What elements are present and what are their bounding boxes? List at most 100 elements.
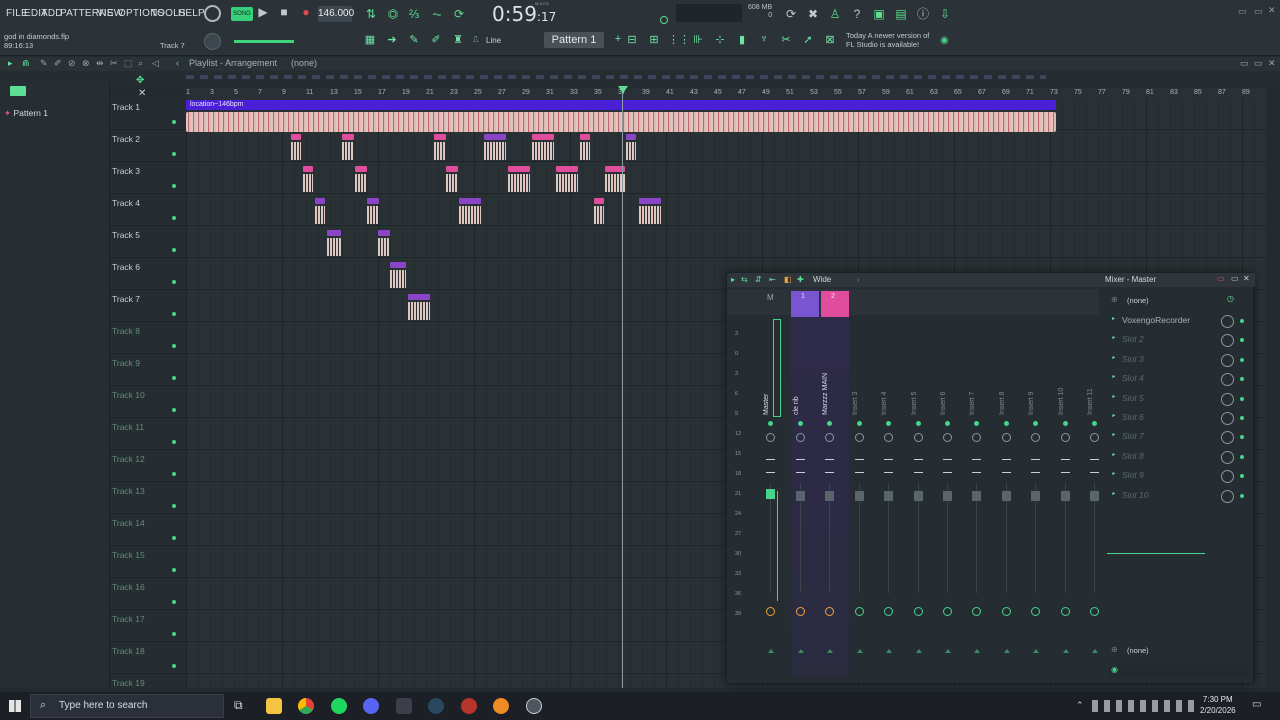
strip-send-knob[interactable] — [972, 607, 982, 616]
paint-tool-icon[interactable]: ✐ — [54, 58, 62, 69]
slot-mix-knob[interactable] — [1221, 470, 1234, 484]
audio-clip[interactable] — [639, 206, 661, 224]
delete-tool-icon[interactable]: ⊘ — [68, 58, 76, 69]
track-mute-led[interactable] — [172, 120, 176, 124]
strip-route-arrow-icon[interactable] — [768, 649, 774, 653]
clip-header[interactable] — [291, 134, 301, 140]
track-mute-led[interactable] — [172, 408, 176, 412]
effect-slot[interactable]: ▸ Slot 6 — [1112, 410, 1248, 428]
help-icon[interactable]: ? — [848, 6, 866, 22]
piano-roll-icon[interactable]: ➜ — [384, 33, 400, 47]
track-header[interactable]: Track 16 — [110, 578, 186, 610]
strip-send-knob[interactable] — [1060, 607, 1070, 616]
strip-send-knob[interactable] — [854, 607, 864, 616]
audio-clip[interactable] — [355, 174, 367, 192]
audio-clip[interactable] — [303, 174, 313, 192]
draw-tool-icon[interactable]: ✎ — [40, 58, 48, 69]
strip-route-arrow-icon[interactable] — [915, 649, 922, 653]
fl-studio-icon[interactable] — [493, 698, 509, 714]
strip-route-arrow-icon[interactable] — [827, 649, 834, 653]
slot-enable-led[interactable] — [1240, 454, 1244, 459]
audio-clip[interactable] — [434, 142, 446, 160]
track-mute-led[interactable] — [172, 664, 176, 668]
slot-enable-led[interactable] — [1240, 319, 1244, 323]
system-tray-icons[interactable] — [1092, 700, 1196, 712]
track-header[interactable]: Track 5 — [110, 226, 186, 258]
stems-icon[interactable]: ➚ — [800, 33, 816, 47]
track-mute-led[interactable] — [172, 152, 176, 156]
slot-enable-led[interactable] — [1240, 493, 1244, 498]
plugin-picker-icon[interactable]: ▮ — [734, 33, 750, 47]
location-marker[interactable]: location~146bpm — [186, 100, 1056, 110]
clip-header[interactable] — [626, 134, 636, 140]
maximize-icon[interactable]: ▭ — [1254, 6, 1263, 17]
browser-icon[interactable]: ⊟ — [624, 33, 640, 47]
clip-header[interactable] — [355, 166, 367, 172]
strip-send-knob[interactable] — [1001, 607, 1011, 616]
stamp-icon[interactable]: ♜ — [450, 33, 466, 47]
effect-slot[interactable]: ▸ Slot 2 — [1112, 332, 1248, 350]
playlist-arrow-icon[interactable]: ‹ — [176, 58, 179, 68]
slot-mix-knob[interactable] — [1221, 392, 1234, 406]
master-volume-slider[interactable] — [234, 40, 294, 43]
obs-icon[interactable] — [526, 698, 542, 714]
clip-header[interactable] — [327, 230, 341, 236]
clip-header[interactable] — [315, 198, 325, 204]
audio-clip[interactable] — [556, 174, 578, 192]
strip-send-knob[interactable] — [884, 607, 894, 616]
strip-route-arrow-icon[interactable] — [1033, 649, 1040, 653]
track-header[interactable]: Track 17 — [110, 610, 186, 642]
scroll-arrows-icon[interactable]: ✥ — [136, 75, 144, 86]
clip-header[interactable] — [446, 166, 458, 172]
playlist-maximize-icon[interactable]: ▭ — [1254, 58, 1263, 69]
info-icon[interactable]: ⓘ — [914, 6, 932, 22]
discord-icon[interactable] — [363, 698, 379, 714]
playback-tool-icon[interactable]: ◁ — [152, 58, 159, 69]
strip-route-arrow-icon[interactable] — [1092, 649, 1098, 653]
audio-clip[interactable] — [446, 174, 458, 192]
track-header[interactable]: Track 9 — [110, 354, 186, 386]
taskbar-clock[interactable]: 7:30 PM 2/20/2026 — [1200, 694, 1236, 716]
playhead-marker-icon[interactable] — [618, 86, 628, 93]
track-header[interactable]: Track 6 — [110, 258, 186, 290]
playlist-menu-icon[interactable]: ▸ — [8, 58, 13, 69]
audio-clip[interactable] — [594, 206, 604, 224]
audio-clip[interactable] — [367, 206, 379, 224]
track-header[interactable]: Track 18 — [110, 642, 186, 674]
clip-header[interactable] — [378, 230, 390, 236]
clip-header[interactable] — [390, 262, 406, 268]
track-mute-led[interactable] — [172, 312, 176, 316]
slice-tool-icon[interactable]: ✂ — [110, 58, 118, 69]
clip-header[interactable] — [408, 294, 430, 300]
track-header[interactable]: Track 14 — [110, 514, 186, 546]
clip-header[interactable] — [367, 198, 379, 204]
calculator-icon[interactable] — [396, 698, 412, 714]
export-icon[interactable]: ⇩ — [936, 6, 954, 22]
effect-slot[interactable]: ▸ Slot 3 — [1112, 352, 1248, 370]
stop-button[interactable]: ■ — [275, 4, 293, 20]
slot-mix-knob[interactable] — [1221, 412, 1234, 425]
blend-notes-icon[interactable]: ⏦ — [428, 6, 446, 22]
playhead[interactable] — [622, 88, 623, 688]
audio-clip-track1[interactable] — [186, 112, 1056, 132]
taskbar-search[interactable]: Type here to search — [30, 694, 224, 718]
track-header[interactable]: Track 12 — [110, 450, 186, 482]
eq-curve[interactable] — [1107, 553, 1205, 554]
audio-clip[interactable] — [459, 206, 481, 224]
strip-send-knob[interactable] — [796, 607, 805, 616]
spotify-icon[interactable] — [331, 698, 347, 714]
effect-slot[interactable]: ▸ Slot 7 — [1112, 429, 1248, 447]
audio-clip[interactable] — [484, 142, 506, 160]
paint-icon[interactable]: ✎ — [406, 33, 422, 47]
audio-clip[interactable] — [390, 270, 406, 288]
slot-enable-led[interactable] — [1240, 357, 1244, 362]
app-icon[interactable] — [461, 698, 477, 714]
strip-send-knob[interactable] — [766, 607, 775, 616]
tempo-display[interactable]: 146.000 — [318, 6, 354, 22]
magnet-icon[interactable]: ⋒ — [22, 58, 30, 69]
strip-send-knob[interactable] — [943, 607, 952, 616]
loop-record-icon[interactable]: ⟳ — [450, 6, 468, 22]
track-header[interactable]: Track 15 — [110, 546, 186, 578]
effect-slot[interactable]: ▸ Slot 10 — [1112, 488, 1248, 506]
clip-header[interactable] — [594, 198, 604, 204]
